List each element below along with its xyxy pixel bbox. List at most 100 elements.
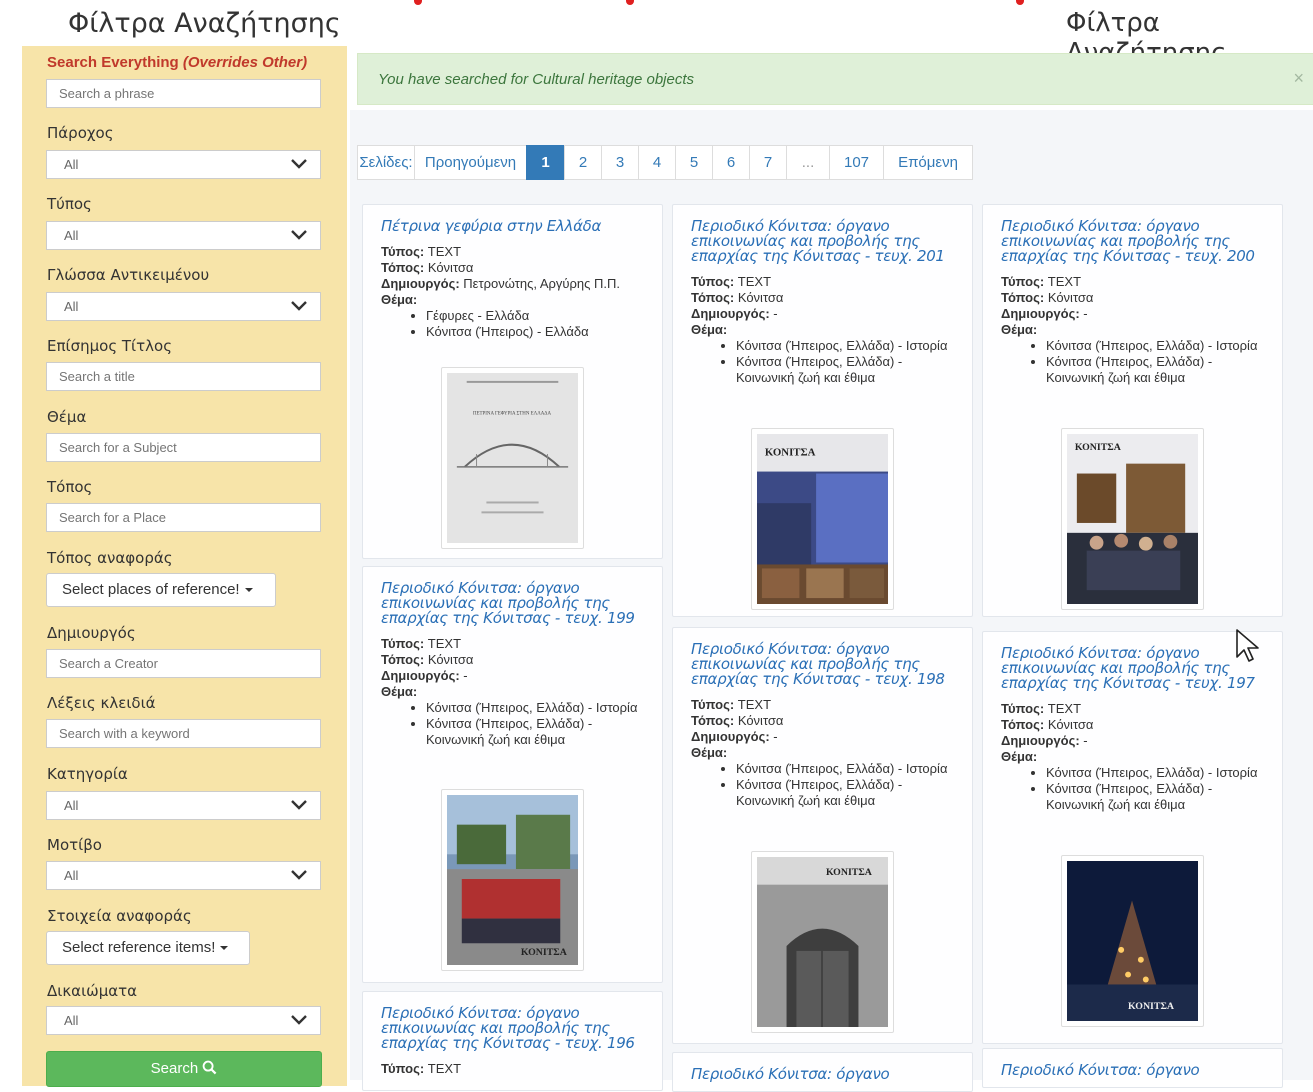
chevron-down-icon [291,870,307,880]
subject-input[interactable] [46,433,321,462]
pagination-page-107[interactable]: 107 [829,145,884,180]
result-title-link[interactable]: Πέτρινα γεφύρια στην Ελλάδα [381,219,644,234]
motif-select[interactable]: All [46,861,321,890]
result-card[interactable]: Περιοδικό Κόνιτσα: όργανο επικοινωνίας κ… [672,204,973,617]
result-thumbnail[interactable]: ΚΟΝΙΤΣΑ [751,428,894,610]
result-title-link[interactable]: Περιοδικό Κόνιτσα: όργανο επικοινωνίας κ… [381,581,644,626]
result-place: Τόπος: Κόνιτσα [691,290,784,305]
creator-input[interactable] [46,649,321,678]
result-card[interactable]: Περιοδικό Κόνιτσα: όργανο επικοινωνίας κ… [982,631,1283,1044]
search-button[interactable]: Search [46,1051,322,1087]
pagination-page-1[interactable]: 1 [526,145,565,180]
result-card[interactable]: Περιοδικό Κόνιτσα: όργανο επικοινωνίας κ… [672,627,973,1044]
subject-item: Κόνιτσα (Ήπειρος, Ελλάδα) - Ιστορία [1046,765,1264,781]
page-title-left: Φίλτρα Αναζήτησης [68,8,341,39]
result-thumbnail[interactable]: ΚΟΝΙΤΣΑ [1061,428,1204,610]
svg-text:ΚΟΝΙΤΣΑ: ΚΟΝΙΤΣΑ [1128,1001,1175,1012]
result-creator: Δημιουργός: - [1001,306,1088,321]
subject-item: Κόνιτσα (Ήπειρος, Ελλάδα) - Κοινωνική ζω… [1046,781,1264,813]
title-label: Επίσημος Τίτλος [47,337,173,355]
pagination-page-6[interactable]: 6 [712,145,750,180]
title-input[interactable] [46,362,321,391]
result-type: Τύπος: TEXT [381,636,462,651]
result-type: Τύπος: TEXT [691,274,772,289]
result-place: Τόπος: Κόνιτσα [1001,290,1094,305]
provider-label: Πάροχος [47,124,114,142]
subject-label: Θέμα [47,408,87,426]
result-creator: Δημιουργός: Πετρονώτης, Αργύρης Π.Π. [381,276,621,291]
result-title-link[interactable]: Περιοδικό Κόνιτσα: όργανο επικοινωνίας κ… [381,1006,644,1051]
motif-label: Μοτίβο [47,836,102,854]
type-select[interactable]: All [46,221,321,250]
rights-select[interactable]: All [46,1006,321,1035]
subject-item: Κόνιτσα (Ήπειρος, Ελλάδα) - Κοινωνική ζω… [736,777,954,809]
provider-select[interactable]: All [46,150,321,179]
place-input[interactable] [46,503,321,532]
filter-sidebar: Search Everything (Overrides Other) Πάρο… [22,46,347,1087]
close-icon[interactable]: × [1293,68,1304,89]
alert-message: You have searched for Cultural heritage … [378,71,695,88]
decor-mark [414,0,422,5]
result-thumbnail[interactable]: ΚΟΝΙΤΣΑ [751,851,894,1033]
result-title-link[interactable]: Περιοδικό Κόνιτσα: όργανο επικοινωνίας κ… [691,219,954,264]
result-card[interactable]: Περιοδικό Κόνιτσα: όργανο [982,1048,1283,1088]
search-everything-input[interactable] [46,79,321,108]
search-everything-label: Search Everything (Overrides Other) [47,54,308,71]
result-title-link[interactable]: Περιοδικό Κόνιτσα: όργανο [1001,1063,1264,1078]
result-title-link[interactable]: Περιοδικό Κόνιτσα: όργανο επικοινωνίας κ… [1001,219,1264,264]
result-title-link[interactable]: Περιοδικό Κόνιτσα: όργανο επικοινωνίας κ… [1001,646,1264,691]
creator-label: Δημιουργός [47,624,136,642]
rights-label: Δικαιώματα [47,982,138,1000]
chevron-down-icon [291,159,307,169]
decor-mark [626,0,634,5]
result-thumbnail[interactable]: ΚΟΝΙΤΣΑ [441,789,584,971]
result-type: Τύπος: TEXT [381,1061,462,1076]
ref-place-dropdown[interactable]: Select places of reference! [46,573,276,607]
result-thumbnail[interactable]: ΠΕΤΡΙΝΑ ΓΕΦΥΡΙΑ ΣΤΗΝ ΕΛΛΑΔΑ [441,367,584,549]
search-alert: You have searched for Cultural heritage … [357,53,1313,105]
result-card[interactable]: Πέτρινα γεφύρια στην Ελλάδα Τύπος: TEXT … [362,204,663,559]
result-subject: Θέμα: [381,292,418,307]
search-icon [202,1060,217,1075]
pagination-page-5[interactable]: 5 [675,145,713,180]
pagination-next[interactable]: Επόμενη [883,145,973,180]
svg-text:ΚΟΝΙΤΣΑ: ΚΟΝΙΤΣΑ [826,867,873,878]
result-place: Τόπος: Κόνιτσα [1001,717,1094,732]
result-card[interactable]: Περιοδικό Κόνιτσα: όργανο [672,1052,973,1092]
result-card[interactable]: Περιοδικό Κόνιτσα: όργανο επικοινωνίας κ… [362,566,663,983]
ref-place-label: Τόπος αναφοράς [47,549,173,567]
result-title-link[interactable]: Περιοδικό Κόνιτσα: όργανο επικοινωνίας κ… [691,642,954,687]
result-card[interactable]: Περιοδικό Κόνιτσα: όργανο επικοινωνίας κ… [982,204,1283,617]
chevron-down-icon [291,230,307,240]
result-place: Τόπος: Κόνιτσα [381,652,474,667]
caret-down-icon [220,946,229,951]
pagination-page-3[interactable]: 3 [601,145,639,180]
result-place: Τόπος: Κόνιτσα [381,260,474,275]
result-type: Τύπος: TEXT [1001,701,1082,716]
keywords-input[interactable] [46,719,321,748]
place-label: Τόπος [47,478,93,496]
pagination-ellipsis: ... [786,145,830,180]
decor-mark [1016,0,1024,5]
result-card[interactable]: Περιοδικό Κόνιτσα: όργανο επικοινωνίας κ… [362,991,663,1091]
language-select[interactable]: All [46,292,321,321]
result-thumbnail[interactable]: ΚΟΝΙΤΣΑ [1061,855,1204,1027]
caret-down-icon [244,588,253,593]
svg-text:ΚΟΝΙΤΣΑ: ΚΟΝΙΤΣΑ [1075,442,1122,453]
result-creator: Δημιουργός: - [691,729,778,744]
result-subject: Θέμα: [691,745,728,760]
result-type: Τύπος: TEXT [691,697,772,712]
result-subject: Θέμα: [381,684,418,699]
pagination-prev[interactable]: Προηγούμενη [414,145,527,180]
pagination-page-2[interactable]: 2 [564,145,602,180]
pagination: Σελίδες: Προηγούμενη 1 2 3 4 5 6 7 ... 1… [357,145,973,180]
subject-item: Κόνιτσα (Ήπειρος, Ελλάδα) - Ιστορία [736,761,954,777]
pagination-page-4[interactable]: 4 [638,145,676,180]
category-select[interactable]: All [46,791,321,820]
subject-item: Κόνιτσα (Ήπειρος, Ελλάδα) - Ιστορία [1046,338,1264,354]
pagination-label: Σελίδες: [357,145,415,180]
ref-items-dropdown[interactable]: Select reference items! [46,931,250,965]
pagination-page-7[interactable]: 7 [749,145,787,180]
result-creator: Δημιουργός: - [1001,733,1088,748]
result-subject: Θέμα: [1001,749,1038,764]
